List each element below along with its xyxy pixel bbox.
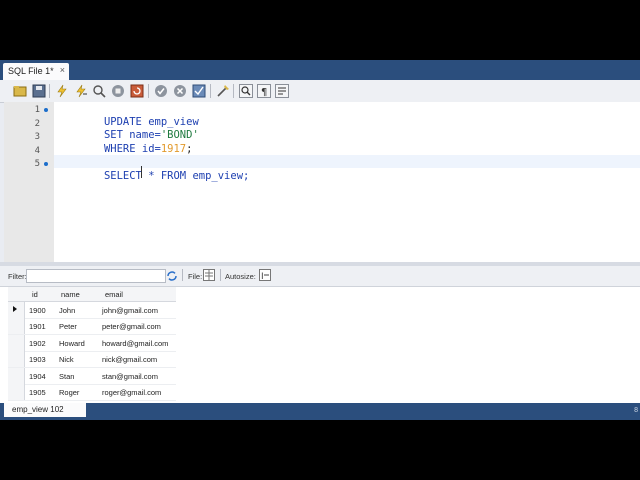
cell-id[interactable]: 1902 <box>29 339 46 348</box>
invisible-chars-icon[interactable]: ¶ <box>256 83 271 98</box>
cell-id[interactable]: 1903 <box>29 355 46 364</box>
tab-label: SQL File 1* <box>8 66 54 76</box>
column-header-email[interactable]: email <box>105 290 123 299</box>
table-row[interactable]: 1903 Nick nick@gmail.com <box>8 351 176 368</box>
results-toolbar: Filter: File: Autosize: I <box>0 266 640 287</box>
code-line-4[interactable] <box>66 143 104 156</box>
wrap-icon[interactable] <box>274 83 289 98</box>
file-label: File: <box>188 272 203 281</box>
code-text: SELECT * FROM emp_view; <box>103 170 250 182</box>
row-selector[interactable] <box>8 384 25 400</box>
results-grid-area: id name email 1900 John john@gmail.com 1… <box>0 287 640 403</box>
editor-toolbar: ¶ <box>0 80 640 103</box>
row-selector[interactable] <box>8 368 25 384</box>
toolbar-separator <box>182 269 183 281</box>
result-tab-label: emp_view 102 <box>12 405 64 414</box>
export-icon[interactable] <box>203 269 215 281</box>
cell-name[interactable]: Howard <box>59 339 85 348</box>
cell-id[interactable]: 1904 <box>29 372 46 381</box>
svg-text:¶: ¶ <box>261 87 267 98</box>
line-number: 5 <box>34 159 40 169</box>
toolbar-separator <box>148 84 149 98</box>
row-selector[interactable] <box>8 351 25 367</box>
cell-name[interactable]: Nick <box>59 355 74 364</box>
toolbar-separator <box>220 269 221 281</box>
autosize-icon[interactable]: I <box>259 269 271 282</box>
tab-sql-file-1[interactable]: SQL File 1* × <box>3 63 69 80</box>
autosize-label: Autosize: <box>225 272 256 281</box>
cell-name[interactable]: Peter <box>59 322 77 331</box>
status-text: 8 <box>634 407 638 414</box>
row-selector[interactable] <box>8 335 25 351</box>
cell-email[interactable]: howard@gmail.com <box>102 339 168 348</box>
cell-email[interactable]: peter@gmail.com <box>102 322 161 331</box>
table-row[interactable]: 1905 Roger roger@gmail.com <box>8 384 176 401</box>
number-literal: 1917 <box>160 143 187 155</box>
autocommit-icon[interactable] <box>191 83 206 98</box>
filter-label: Filter: <box>8 272 27 281</box>
code-line-5[interactable]: SELECT * FROM emp_view; <box>66 157 249 182</box>
cell-email[interactable]: nick@gmail.com <box>102 355 157 364</box>
refresh-icon[interactable] <box>129 83 144 98</box>
toolbar-separator <box>210 84 211 98</box>
table-row[interactable]: 1902 Howard howard@gmail.com <box>8 335 176 352</box>
close-tab-icon[interactable]: × <box>60 65 65 75</box>
document-tab-strip: SQL File 1* × <box>0 60 640 80</box>
execute-icon[interactable] <box>54 83 69 98</box>
code-text: WHERE id= <box>103 143 161 155</box>
stop-icon[interactable] <box>110 83 125 98</box>
statement-marker-icon[interactable] <box>44 162 48 166</box>
find-icon[interactable] <box>238 83 253 98</box>
svg-text:I: I <box>261 272 264 281</box>
table-row[interactable]: 1901 Peter peter@gmail.com <box>8 318 176 335</box>
open-file-icon[interactable] <box>12 83 27 98</box>
row-selector[interactable] <box>8 302 25 318</box>
cell-name[interactable]: Roger <box>59 388 79 397</box>
toolbar-separator <box>49 84 50 98</box>
execute-current-icon[interactable] <box>73 83 88 98</box>
cell-email[interactable]: stan@gmail.com <box>102 372 158 381</box>
table-row[interactable]: 1900 John john@gmail.com <box>8 302 176 319</box>
line-number-gutter: 1 2 3 4 5 <box>4 102 54 262</box>
code-line-2[interactable]: SET name='BOND' <box>66 116 199 141</box>
cell-email[interactable]: john@gmail.com <box>102 306 158 315</box>
table-row[interactable]: 1904 Stan stan@gmail.com <box>8 368 176 385</box>
workbench-window: SQL File 1* × ¶ 1 2 3 4 5 UPDATE emp_vie… <box>0 60 640 420</box>
cell-id[interactable]: 1900 <box>29 306 46 315</box>
code-line-3[interactable]: WHERE id=1917; <box>66 130 193 155</box>
commit-icon[interactable] <box>153 83 168 98</box>
row-selector[interactable] <box>8 318 25 334</box>
line-number: 4 <box>34 146 40 156</box>
statement-marker-icon[interactable] <box>44 108 48 112</box>
grid-header: id name email <box>8 287 176 302</box>
cell-name[interactable]: Stan <box>59 372 74 381</box>
line-number: 1 <box>34 105 40 115</box>
cell-id[interactable]: 1905 <box>29 388 46 397</box>
toolbar-separator <box>233 84 234 98</box>
filter-input[interactable] <box>26 269 166 283</box>
refresh-filter-icon[interactable] <box>166 270 178 282</box>
column-header-id[interactable]: id <box>32 290 38 299</box>
cell-name[interactable]: John <box>59 306 75 315</box>
code-line-1[interactable]: UPDATE emp_view <box>66 103 199 128</box>
current-row-marker-icon <box>13 306 17 312</box>
line-number: 3 <box>34 132 40 142</box>
line-number: 2 <box>34 119 40 129</box>
cell-email[interactable]: roger@gmail.com <box>102 388 161 397</box>
column-header-name[interactable]: name <box>61 290 80 299</box>
result-tab-strip: emp_view 102 8 <box>0 403 640 420</box>
sql-editor[interactable]: 1 2 3 4 5 UPDATE emp_view SET name='BOND… <box>4 102 640 262</box>
rollback-icon[interactable] <box>172 83 187 98</box>
beautify-icon[interactable] <box>215 83 230 98</box>
code-text: ; <box>186 143 193 155</box>
cell-id[interactable]: 1901 <box>29 322 46 331</box>
explain-icon[interactable] <box>91 83 106 98</box>
text-cursor <box>141 166 142 178</box>
save-icon[interactable] <box>31 83 46 98</box>
tab-result-emp-view[interactable]: emp_view 102 <box>4 403 86 417</box>
